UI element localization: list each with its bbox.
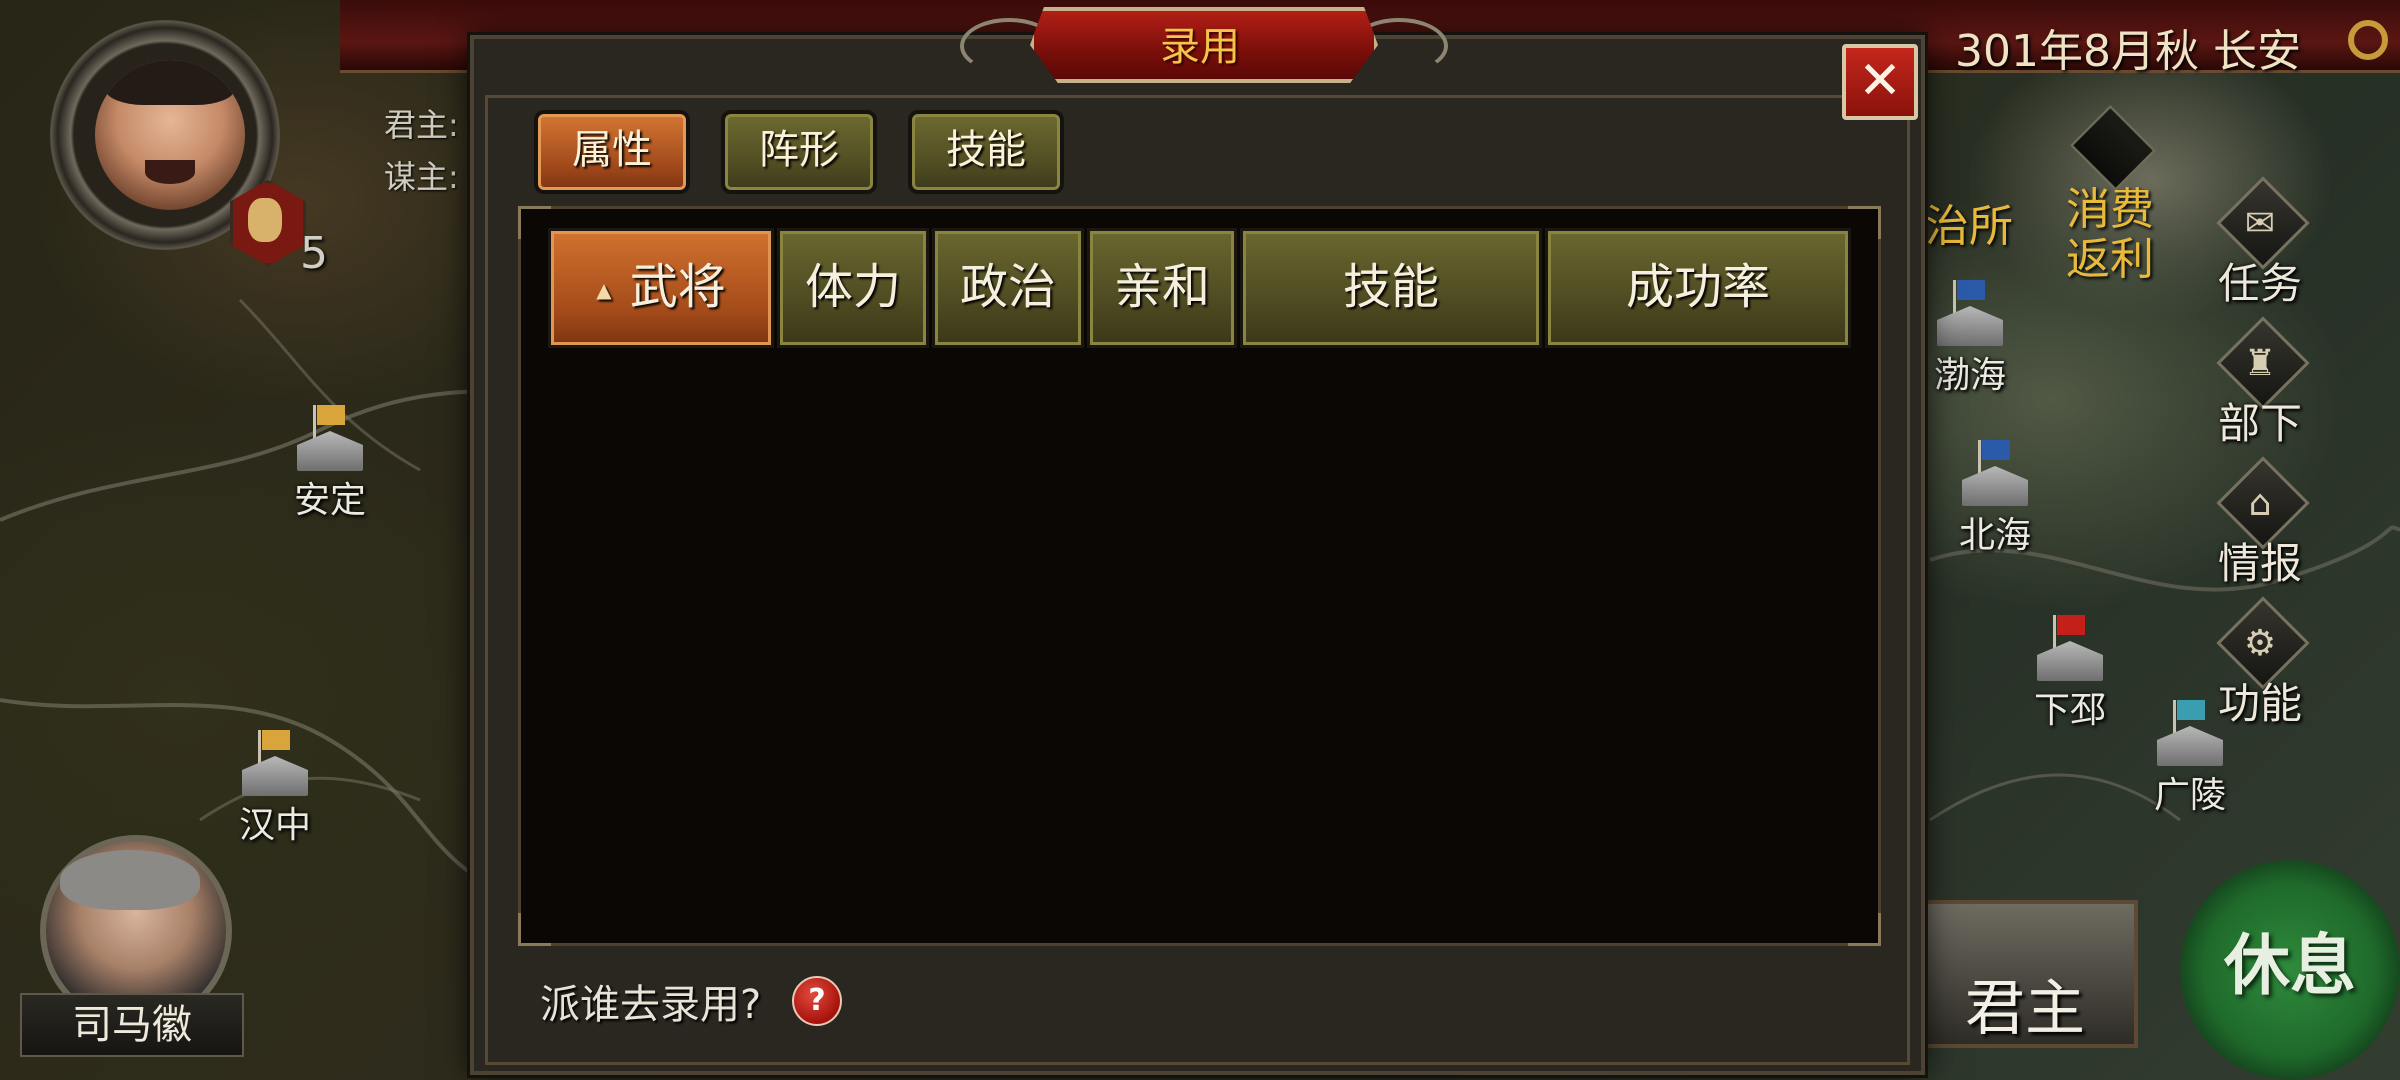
tab-attributes[interactable]: 属性 xyxy=(534,110,690,194)
city-name: 安定 xyxy=(293,480,366,521)
column-header-skill[interactable]: 技能 xyxy=(1240,228,1542,348)
menu-label: 功能 xyxy=(2217,679,2302,728)
close-button[interactable]: ✕ xyxy=(1842,44,1918,120)
advisor-hair xyxy=(60,850,200,910)
corner-ornament xyxy=(518,206,551,239)
rest-button-label[interactable]: 休息 xyxy=(2180,912,2400,1008)
city-name: 下邳 xyxy=(2033,690,2106,731)
column-header-politics[interactable]: 政治 xyxy=(932,228,1084,348)
recruit-prompt: 派谁去录用? xyxy=(540,982,762,1028)
settings-icon[interactable] xyxy=(2348,20,2388,60)
menu-label: 任务 xyxy=(2217,259,2302,308)
gear-icon: ⚙ xyxy=(2243,623,2277,664)
lord-level: 5 xyxy=(300,228,328,279)
advisor-name: 司马徽 xyxy=(20,993,244,1057)
promo-rebate-button[interactable]: 消费返利 xyxy=(2050,185,2170,285)
scroll-icon: ✉ xyxy=(2244,203,2276,244)
menu-label: 情报 xyxy=(2217,539,2302,588)
lord-button-label[interactable]: 君主 xyxy=(1920,960,2130,1047)
flag-icon xyxy=(313,405,345,451)
flag-icon xyxy=(258,730,290,776)
date-location: 301年8月秋 长安 xyxy=(1955,26,2301,77)
lord-label: 君主: xyxy=(384,106,459,144)
column-header-success-rate[interactable]: 成功率 xyxy=(1545,228,1851,348)
sort-ascending-icon: ▲ xyxy=(596,278,612,302)
tab-skills[interactable]: 技能 xyxy=(908,110,1064,194)
city-name: 北海 xyxy=(1958,515,2031,556)
advisor-label: 谋主: xyxy=(384,158,459,196)
soldier-icon: ♜ xyxy=(2243,343,2277,384)
menu-label: 部下 xyxy=(2217,399,2302,448)
city-name: 广陵 xyxy=(2153,775,2226,816)
tab-formation[interactable]: 阵形 xyxy=(721,110,877,194)
corner-ornament xyxy=(518,913,551,946)
help-icon[interactable]: ? xyxy=(792,976,842,1026)
flag-icon xyxy=(1978,440,2010,486)
column-label: 武将 xyxy=(629,259,726,315)
city-name: 渤海 xyxy=(1933,355,2006,396)
gov-seat-label[interactable]: 治所 xyxy=(1925,190,2013,254)
corner-ornament xyxy=(1848,913,1881,946)
pagoda-icon: ⌂ xyxy=(2248,483,2272,524)
column-header-affinity[interactable]: 亲和 xyxy=(1087,228,1237,348)
column-header-stamina[interactable]: 体力 xyxy=(777,228,929,348)
corner-ornament xyxy=(1848,206,1881,239)
lord-avatar[interactable] xyxy=(95,60,245,210)
dialog-title: 录用 xyxy=(1160,24,1240,70)
seal-emblem-icon xyxy=(248,198,282,242)
close-icon: ✕ xyxy=(1858,51,1902,111)
flag-icon xyxy=(2053,615,2085,661)
flag-icon xyxy=(1953,280,1985,326)
column-header-general[interactable]: ▲ 武将 xyxy=(548,228,774,348)
city-name: 汉中 xyxy=(238,805,311,846)
